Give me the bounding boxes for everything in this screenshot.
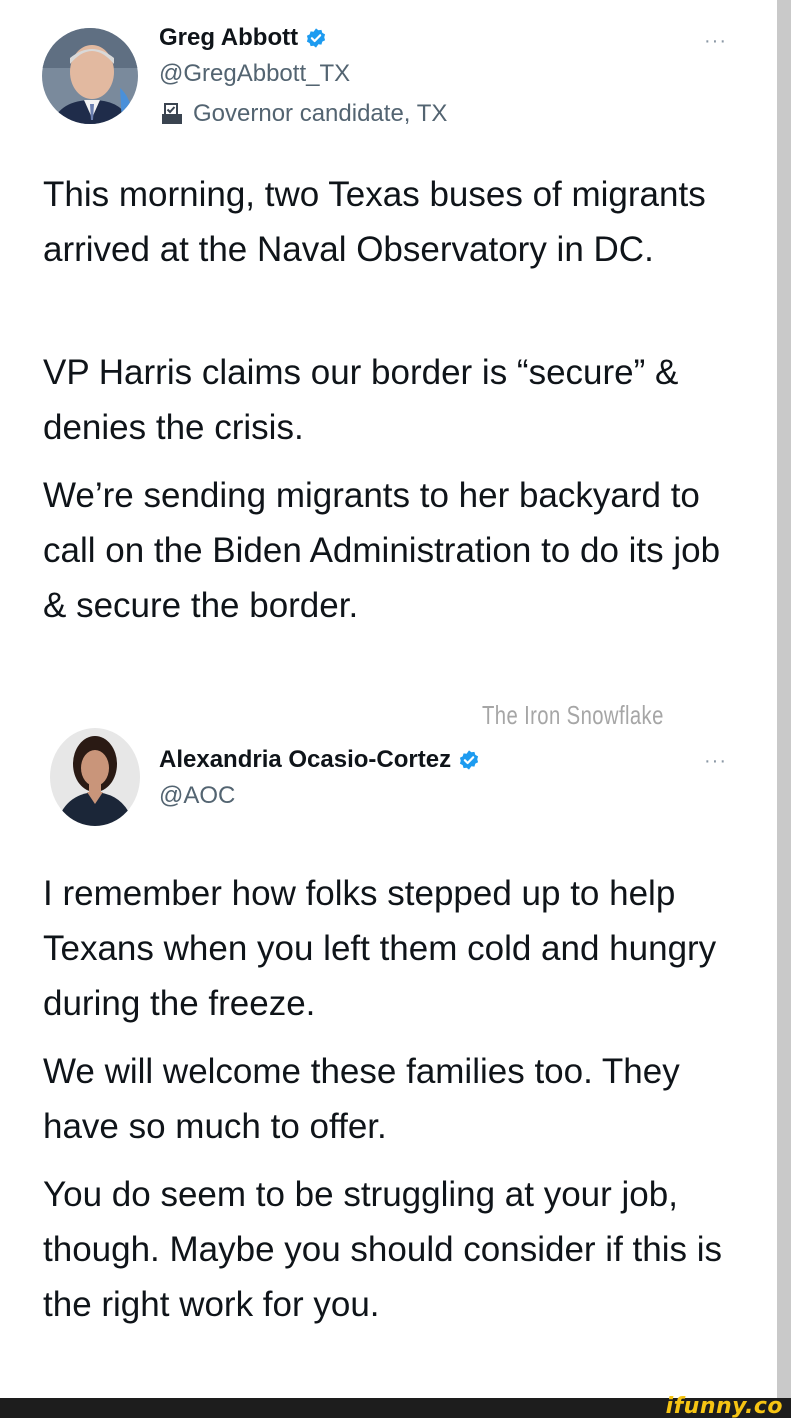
author-name[interactable]: Greg Abbott (159, 24, 298, 52)
account-label-text: Governor candidate, TX (193, 100, 448, 127)
tweet-greg-abbott: Greg Abbott @GregAbbott_TX Governor cand… (0, 0, 777, 700)
tweet-text-paragraph: We’re sending migrants to her backyard t… (43, 476, 721, 625)
ballot-box-icon (162, 103, 182, 124)
more-options-icon[interactable]: ··· (704, 31, 727, 51)
tweet-text-paragraph: I remember how folks stepped up to help … (43, 874, 717, 1023)
ifunny-logo[interactable]: ifunny.co (666, 1394, 783, 1419)
author-row: Alexandria Ocasio-Cortez (159, 746, 480, 774)
tweet-text-paragraph: This morning, two Texas buses of migrant… (43, 175, 706, 269)
tweet-text-paragraph: VP Harris claims our border is “secure” … (43, 353, 679, 447)
verified-badge-icon (460, 750, 479, 770)
author-handle[interactable]: @AOC (159, 782, 235, 810)
avatar-aoc[interactable] (50, 728, 140, 826)
more-options-icon[interactable]: ··· (704, 751, 727, 771)
author-handle[interactable]: @GregAbbott_TX (159, 60, 350, 88)
author-name[interactable]: Alexandria Ocasio-Cortez (159, 746, 451, 774)
verified-badge-icon (307, 28, 326, 48)
tweet-aoc: Alexandria Ocasio-Cortez @AOC ··· I reme… (0, 700, 777, 1398)
avatar-greg-abbott[interactable] (42, 28, 138, 124)
tweet-text-paragraph: You do seem to be struggling at your job… (43, 1175, 722, 1324)
account-label[interactable]: Governor candidate, TX (159, 100, 447, 128)
footer-bar: ifunny.co (0, 1394, 791, 1419)
image-right-border (777, 0, 791, 1398)
tweet-text-paragraph: We will welcome these families too. They… (43, 1052, 680, 1146)
author-row: Greg Abbott (159, 24, 327, 52)
